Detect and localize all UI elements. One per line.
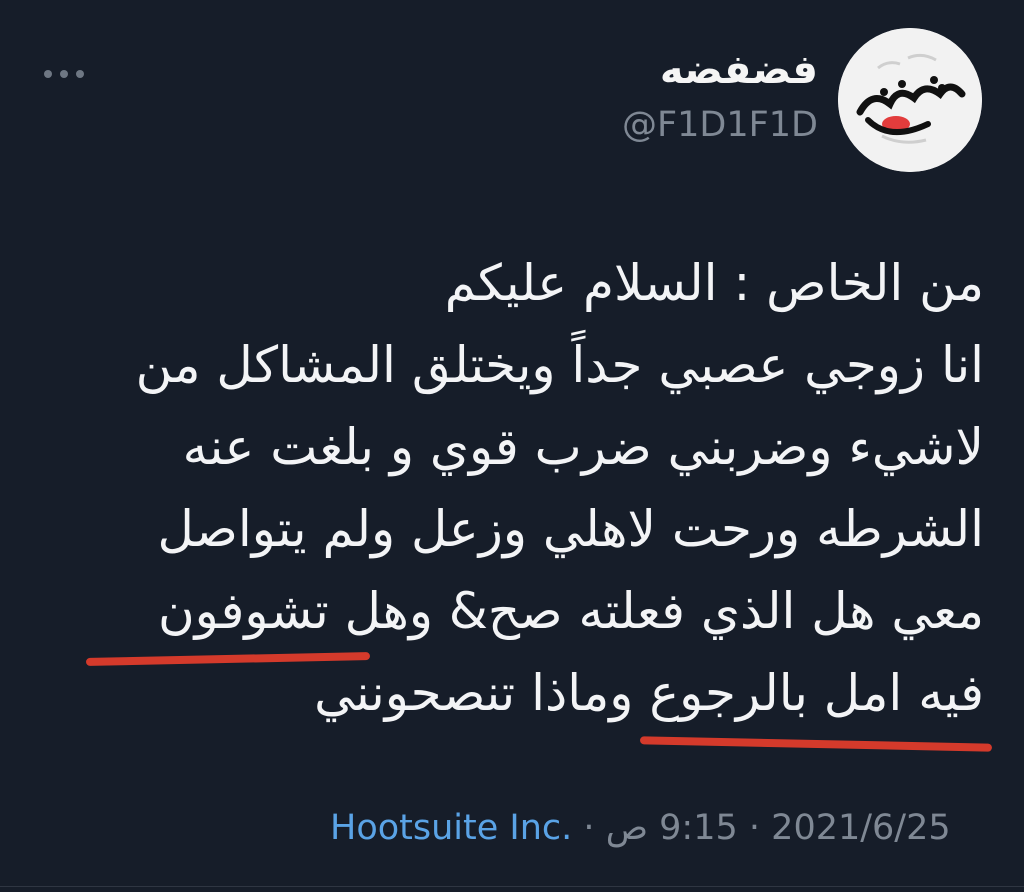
source-link[interactable]: Hootsuite Inc. <box>330 808 572 848</box>
tweet-text-line: الشرطه ورحت لاهلي وزعل ولم يتواصل <box>157 500 985 558</box>
tweet-text-line: فيه امل بالرجوع وماذا تنصحونني <box>314 664 984 722</box>
more-dot-icon <box>44 70 52 78</box>
tweet-text-line: معي هل الذي فعلته صح& وهل تشوفون <box>157 582 984 640</box>
tweet-card: فضفضه @F1D1F1D من الخاص : السلام عليكم ا… <box>0 0 1024 892</box>
tweet-meta: Hootsuite Inc. · 9:15 ص · 2021/6/25 <box>330 808 951 848</box>
meta-separator: · <box>748 808 761 848</box>
tweet-text-line: لاشيء وضربني ضرب قوي و بلغت عنه <box>182 418 984 476</box>
tweet-date[interactable]: 2021/6/25 <box>771 808 950 848</box>
tweet-text-line: من الخاص : السلام عليكم <box>444 254 984 312</box>
user-handle[interactable]: @F1D1F1D <box>622 108 818 143</box>
fadfada-logo-icon <box>838 28 982 172</box>
display-name[interactable]: فضفضه <box>660 50 818 90</box>
meta-separator: · <box>583 808 595 848</box>
tweet-text-line: انا زوجي عصبي جداً ويختلق المشاكل من <box>135 336 984 394</box>
more-dot-icon <box>60 70 68 78</box>
divider <box>0 886 1024 887</box>
tweet-time[interactable]: 9:15 ص <box>606 808 738 848</box>
more-options-button[interactable] <box>44 62 84 86</box>
avatar[interactable] <box>838 28 982 172</box>
red-underline-annotation <box>639 736 993 752</box>
more-dot-icon <box>76 70 84 78</box>
